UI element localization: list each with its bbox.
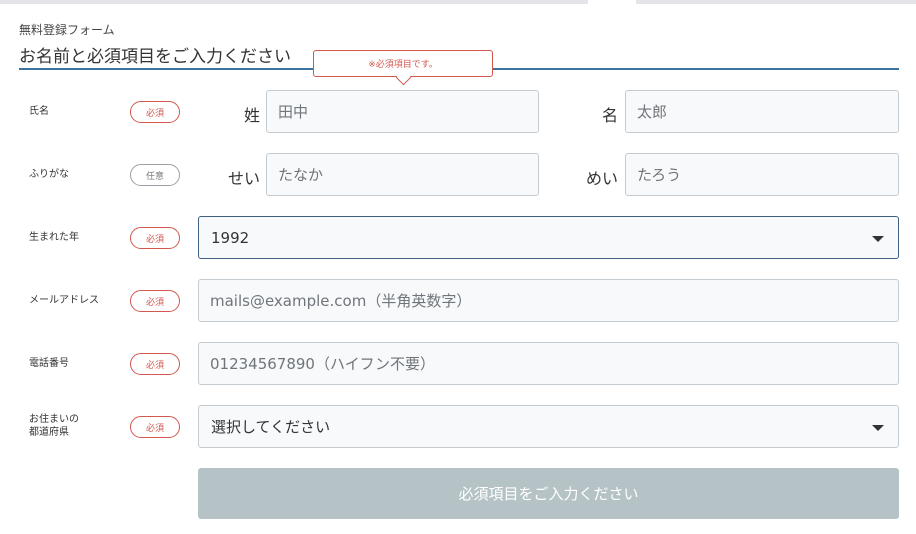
tab-strip-notch <box>588 0 636 4</box>
chevron-down-icon <box>872 425 884 431</box>
prefecture-row-label: お住まいの 都道府県 <box>29 413 79 439</box>
prefecture-label-line2: 都道府県 <box>29 427 69 438</box>
prefecture-label-line1: お住まいの <box>29 414 79 425</box>
form-label: 無料登録フォーム <box>19 23 115 37</box>
page-title: お名前と必須項目をご入力ください <box>19 47 291 67</box>
name-required-badge: 必須 <box>130 101 180 123</box>
phone-required-badge: 必須 <box>130 353 180 375</box>
prefecture-value: 選択してください <box>211 418 331 436</box>
email-input[interactable] <box>198 279 899 322</box>
email-row-label: メールアドレス <box>29 295 99 306</box>
birth-year-row-label: 生まれた年 <box>29 232 79 243</box>
furigana-row-label: ふりがな <box>29 169 69 180</box>
tab-strip-right <box>636 0 916 4</box>
tab-strip-left <box>0 0 588 4</box>
birth-year-value: 1992 <box>211 228 250 247</box>
phone-row-label: 電話番号 <box>29 358 69 369</box>
first-name-input[interactable] <box>625 90 899 133</box>
phone-input[interactable] <box>198 342 899 385</box>
name-row-label: 氏名 <box>29 106 49 117</box>
furigana-optional-badge: 任意 <box>130 164 180 186</box>
top-tab-strip <box>0 0 916 4</box>
submit-button[interactable]: 必須項目をご入力ください <box>198 468 899 519</box>
last-name-label: 姓 <box>243 106 260 125</box>
required-tooltip: ※必須項目です。 <box>313 50 493 77</box>
last-name-input[interactable] <box>266 90 539 133</box>
last-furigana-input[interactable] <box>266 153 539 196</box>
last-furigana-label: せい <box>227 169 260 188</box>
first-furigana-input[interactable] <box>625 153 899 196</box>
birth-year-select[interactable]: 1992 <box>198 216 899 259</box>
chevron-down-icon <box>872 236 884 242</box>
birth-year-required-badge: 必須 <box>130 227 180 249</box>
email-required-badge: 必須 <box>130 290 180 312</box>
prefecture-select[interactable]: 選択してください <box>198 405 899 448</box>
first-furigana-label: めい <box>585 169 618 188</box>
first-name-label: 名 <box>601 106 618 125</box>
prefecture-required-badge: 必須 <box>130 416 180 438</box>
